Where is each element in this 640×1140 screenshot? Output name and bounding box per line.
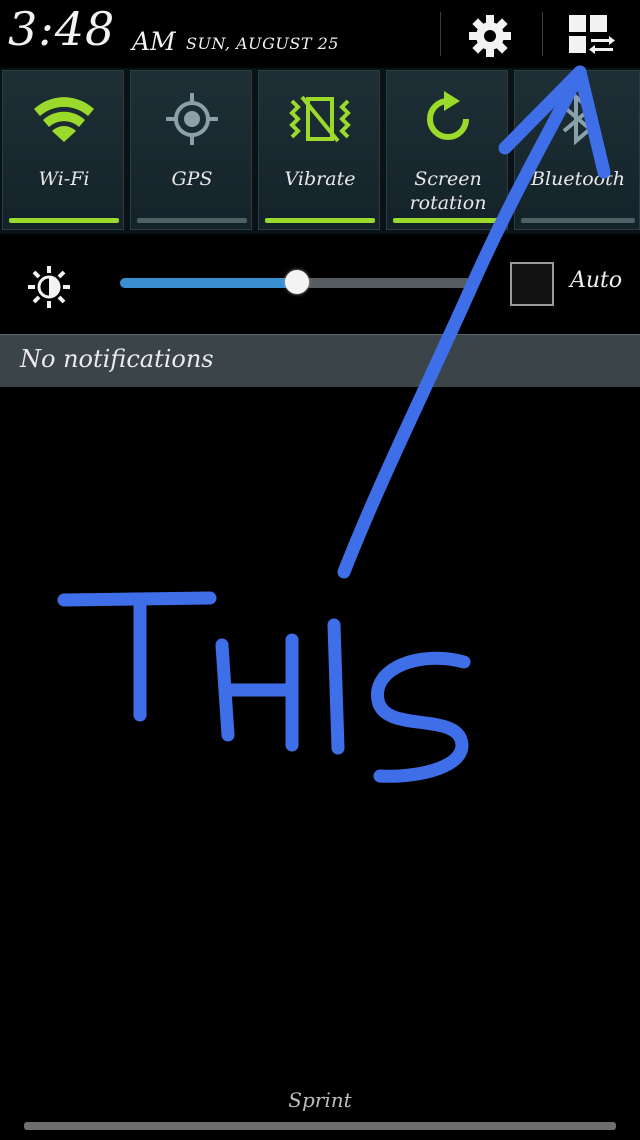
toggle-label: Screen rotation — [387, 167, 509, 215]
date-label: SUN, AUGUST 25 — [186, 34, 339, 53]
toggle-label-line2: rotation — [409, 192, 487, 214]
auto-brightness-label: Auto — [570, 268, 623, 293]
quick-settings-grid-icon — [569, 15, 615, 54]
quick-toggles-panel: Wi-Fi GPS Vibrate Screen rotation Blueto… — [0, 68, 640, 234]
toggle-label: Vibrate — [284, 168, 356, 190]
toggle-label: Wi-Fi — [38, 168, 90, 190]
auto-brightness-checkbox[interactable] — [510, 262, 554, 306]
gear-icon — [469, 15, 511, 57]
wifi-icon — [34, 97, 94, 142]
notifications-header: No notifications — [0, 334, 640, 387]
toggle-status-bar — [521, 218, 635, 223]
toggle-status-bar — [393, 218, 503, 223]
clock-time: 3:48 — [8, 2, 116, 56]
toggle-label: Bluetooth — [531, 168, 625, 190]
toggle-bluetooth[interactable]: Bluetooth — [514, 70, 640, 230]
status-header: 3:48 AM SUN, AUGUST 25 — [0, 0, 640, 68]
toggle-status-bar — [265, 218, 375, 223]
brightness-slider-fill — [120, 278, 297, 288]
annotation-handwriting-this — [57, 591, 471, 783]
toggle-label-line1: Screen — [414, 168, 482, 190]
brightness-slider[interactable] — [120, 270, 474, 294]
gps-icon — [166, 93, 218, 145]
toggle-wifi[interactable]: Wi-Fi — [2, 70, 124, 230]
toggle-status-bar — [137, 218, 247, 223]
toggle-status-bar — [9, 218, 119, 223]
no-notifications-label: No notifications — [20, 345, 214, 373]
clock-ampm: AM — [132, 27, 176, 56]
bluetooth-icon — [562, 92, 594, 146]
panel-drag-handle[interactable] — [24, 1122, 616, 1130]
settings-button[interactable] — [460, 8, 520, 64]
vibrate-icon — [289, 95, 351, 143]
toggle-gps[interactable]: GPS — [130, 70, 252, 230]
brightness-slider-handle[interactable] — [285, 270, 309, 294]
header-divider — [440, 12, 441, 56]
screen-rotation-icon — [427, 91, 469, 140]
brightness-icon — [28, 266, 70, 308]
toggle-screen-rotation[interactable]: Screen rotation — [386, 70, 508, 230]
toggle-vibrate[interactable]: Vibrate — [258, 70, 380, 230]
toggle-label: GPS — [171, 168, 213, 190]
quick-settings-button[interactable] — [560, 8, 624, 64]
header-divider — [542, 12, 543, 56]
carrier-label: Sprint — [288, 1088, 352, 1112]
